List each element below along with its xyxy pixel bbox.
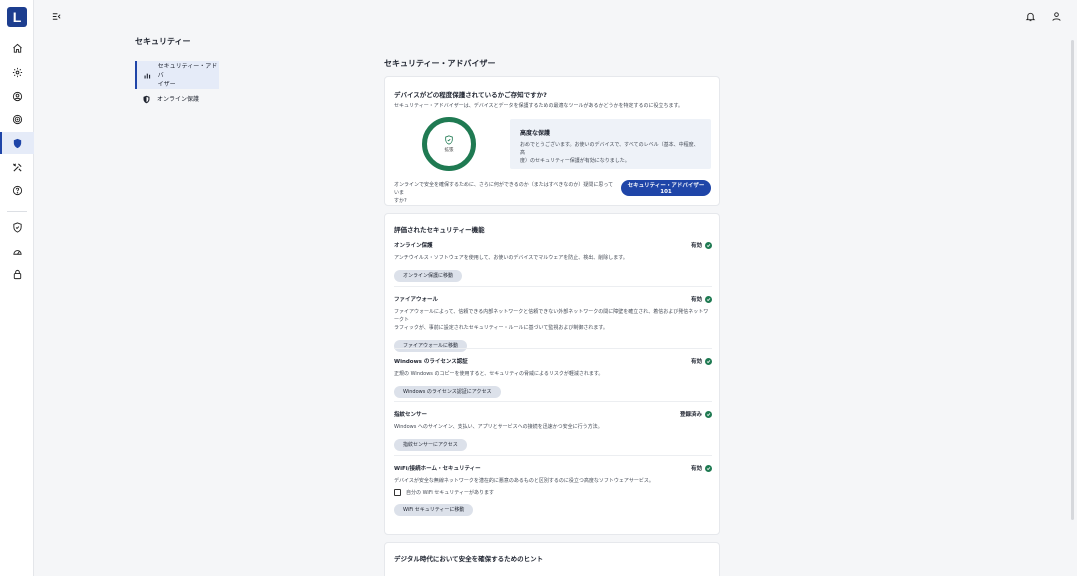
checkbox-box[interactable] (394, 489, 401, 496)
status-badge: 有効 (691, 357, 712, 365)
status-badge: 有効 (691, 241, 712, 249)
tips-card: デジタル時代において安全を確保するためのヒント (384, 542, 720, 576)
rail-security-button[interactable] (0, 132, 34, 154)
feature-name: 指紋センサー (394, 412, 428, 418)
status-badge: 登録済み (680, 410, 712, 418)
shield-half-icon (143, 95, 149, 104)
section-title: セキュリティー (135, 37, 191, 46)
tools-icon (12, 162, 22, 172)
subnav-label-line2: イザー (157, 80, 176, 88)
subnav-security-advisor[interactable]: セキュリティー・アドバ イザー (135, 61, 219, 89)
rail-performance-button[interactable] (0, 240, 34, 262)
overview-heading: デバイスがどの程度保護されているかご存知ですか? (394, 91, 547, 99)
go-windows-activation-button[interactable]: Windows のライセンス認証にアクセス (394, 385, 501, 398)
checkbox-label: 自分の WiFi セキュリティーがあります (406, 490, 495, 496)
protection-level-title: 高度な保護 (520, 130, 551, 137)
ring-label: 拡張 (444, 148, 454, 153)
divider (394, 401, 712, 402)
go-online-protection-button[interactable]: オンライン保護に移動 (394, 269, 463, 282)
go-firewall-button[interactable]: ファイアウォールに移動 (394, 339, 468, 352)
feature-description: Windows へのサインイン、支払い、アプリとサービスへの接続を迅速かつ安全に… (394, 424, 603, 430)
feature-description: アンチウイルス・ソフトウェアを使用して、お使いのデバイスでマルウェアを防止、検出… (394, 255, 628, 261)
notifications-button[interactable] (1022, 8, 1038, 24)
help-icon (12, 185, 22, 195)
subnav-label-line1: セキュリティー・アドバ (157, 62, 218, 79)
subnav-label: オンライン保護 (157, 96, 200, 103)
feature-fingerprint-sensor: 指紋センサー 登録済み Windows へのサインイン、支払い、アプリとサービス… (394, 410, 712, 451)
feature-description: 正規の Windows のコピーを使用すると、セキュリティの脅威によるリスクが軽… (394, 371, 604, 377)
rail-tools-button[interactable] (0, 156, 34, 178)
feature-name: WiFi/接続ホーム・セキュリティー (394, 466, 481, 472)
feature-online-protection: オンライン保護 有効 アンチウイルス・ソフトウェアを使用して、お使いのデバイスで… (394, 241, 712, 282)
check-circle-icon (705, 410, 712, 418)
bell-icon (1025, 12, 1035, 21)
security-advisor-101-button[interactable]: セキュリティー・アドバイザー 101 (621, 180, 711, 196)
rail-account-button[interactable] (0, 85, 34, 107)
feature-windows-activation: Windows のライセンス認証 有効 正規の Windows のコピーを使用す… (394, 357, 712, 398)
tips-heading: デジタル時代において安全を確保するためのヒント (394, 555, 544, 563)
check-circle-icon (705, 357, 712, 365)
shield-check-icon (12, 221, 22, 233)
status-badge: 有効 (691, 464, 712, 472)
own-wifi-security-checkbox[interactable]: 自分の WiFi セキュリティーがあります (394, 489, 712, 496)
scrollbar[interactable] (1070, 30, 1075, 570)
rail-settings-button[interactable] (0, 61, 34, 83)
divider (394, 455, 712, 456)
go-wifi-security-button[interactable]: WiFi セキュリティーに移動 (394, 503, 474, 516)
feature-description-1: ファイアウォールによって、信頼できる内部ネットワークと信頼できない外部ネットワー… (394, 309, 709, 323)
feature-name: オンライン保護 (394, 243, 433, 249)
protection-level-desc-2: 度）のセキュリティー保護が有効になりました。 (520, 158, 630, 164)
target-icon (12, 114, 22, 124)
user-account-button[interactable] (1048, 8, 1064, 24)
overview-footer-text-2: すか? (394, 198, 407, 204)
feature-name: ファイアウォール (394, 297, 439, 303)
features-heading: 評価されたセキュリティー機能 (394, 226, 485, 234)
protection-level-box: 高度な保護 おめでとうございます。お使いのデバイスで、すべてのレベル（基本、中程… (510, 119, 711, 169)
feature-wifi-security: WiFi/接続ホーム・セキュリティー 有効 デバイスが安全な無線ネットワークを潜… (394, 464, 712, 516)
feature-description-2: ラフィックが、事前に設定されたセキュリティー・ルールに基づいて監視および制御され… (394, 325, 608, 331)
collapse-menu-button[interactable] (48, 8, 64, 24)
feature-firewall: ファイアウォール 有効 ファイアウォールによって、信頼できる内部ネットワークと信… (394, 295, 712, 352)
page-title: セキュリティー・アドバイザー (384, 59, 496, 68)
app-logo[interactable]: L (7, 7, 27, 27)
scrollbar-thumb[interactable] (1071, 40, 1074, 520)
check-circle-icon (705, 295, 712, 303)
check-circle-icon (705, 241, 712, 249)
collapse-menu-icon (52, 12, 60, 20)
features-card: 評価されたセキュリティー機能 オンライン保護 有効 アンチウイルス・ソフトウェア… (384, 213, 720, 535)
shield-check-icon (445, 135, 453, 145)
status-badge: 有効 (691, 295, 712, 303)
feature-description: デバイスが安全な無線ネットワークを潜在的に悪意のあるものと区別するのに役立つ高度… (394, 478, 654, 484)
bar-chart-icon (144, 73, 150, 78)
gear-icon (12, 67, 22, 77)
rail-home-button[interactable] (0, 37, 34, 59)
go-fingerprint-sensor-button[interactable]: 指紋センサーにアクセス (394, 438, 467, 451)
rail-protection-button[interactable] (0, 216, 34, 238)
speed-icon (12, 249, 22, 255)
user-icon (1051, 11, 1061, 21)
account-icon (12, 91, 22, 101)
feature-name: Windows のライセンス認証 (394, 359, 468, 365)
overview-footer-text-1: オンラインで安全を確保するために、さらに何ができるのか（またはすべきなのか）疑問… (394, 182, 614, 196)
protection-level-ring: 拡張 (422, 117, 476, 171)
divider (394, 348, 712, 349)
shield-icon (13, 138, 21, 148)
subnav-online-protection[interactable]: オンライン保護 (135, 93, 219, 106)
rail-target-button[interactable] (0, 108, 34, 130)
divider (394, 286, 712, 287)
left-rail: L (0, 0, 34, 576)
check-circle-icon (705, 464, 712, 472)
protection-level-desc-1: おめでとうございます。お使いのデバイスで、すべてのレベル（基本、中程度、高 (520, 142, 699, 156)
rail-help-button[interactable] (0, 179, 34, 201)
top-bar (34, 0, 1077, 34)
rail-divider (7, 211, 27, 212)
overview-description: セキュリティー・アドバイザーは、デバイスとデータを保護するための最適なツールがあ… (394, 103, 684, 109)
rail-privacy-button[interactable] (0, 263, 34, 285)
lock-icon (13, 269, 21, 279)
overview-card: デバイスがどの程度保護されているかご存知ですか? セキュリティー・アドバイザーは… (384, 76, 720, 206)
home-icon (12, 43, 22, 53)
